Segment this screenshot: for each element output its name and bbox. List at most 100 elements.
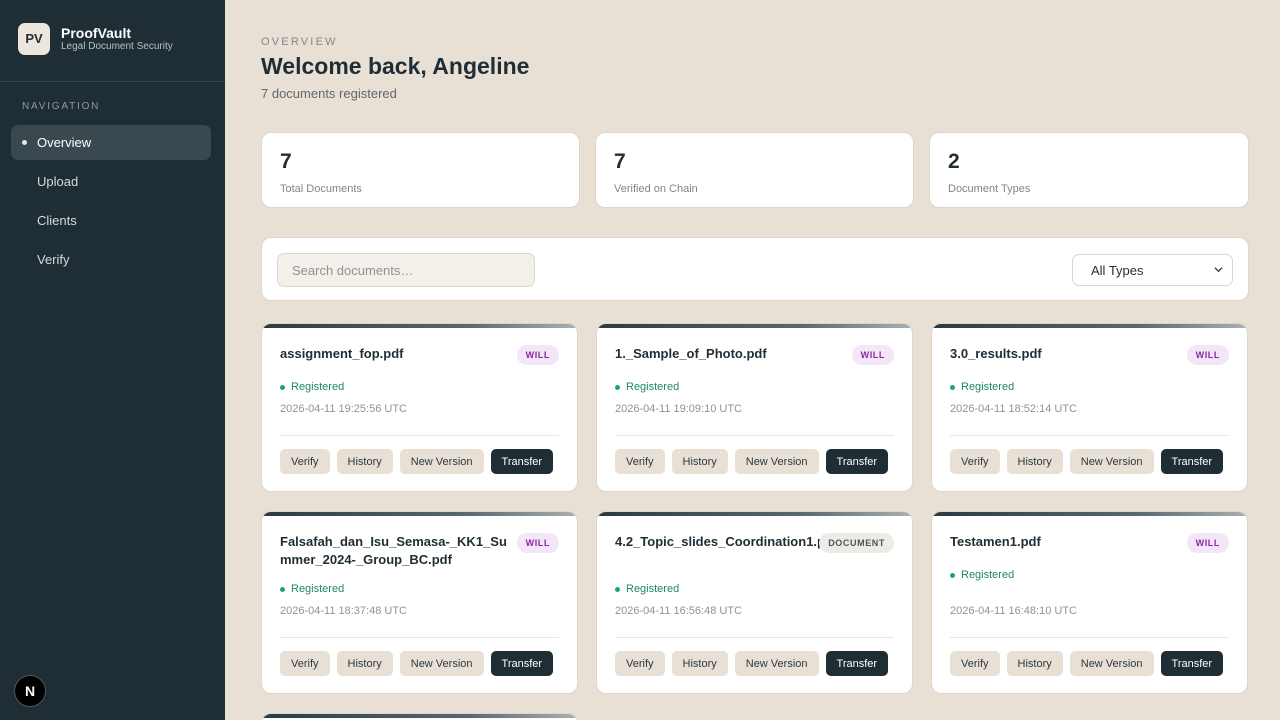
status-registered: Registered	[615, 583, 679, 595]
type-badge: WILL	[516, 533, 559, 553]
document-card[interactable]: Falsafah_dan_Isu_Semasa-_KK1_Summer_2024…	[261, 511, 578, 694]
new-version-button[interactable]: New Version	[734, 449, 819, 474]
status-registered: Registered	[950, 569, 1014, 581]
verify-button[interactable]: Verify	[615, 449, 665, 474]
document-name: 1._Sample_of_Photo.pdf	[615, 346, 767, 361]
status-registered: Registered	[280, 583, 344, 595]
new-version-button[interactable]: New Version	[399, 651, 484, 676]
brand: PV ProofVault Legal Document Security	[0, 0, 225, 82]
search-input[interactable]	[277, 253, 535, 287]
transfer-button[interactable]: Transfer	[490, 651, 554, 676]
status-label: Registered	[291, 583, 345, 595]
document-card[interactable]: 1._Sample_of_Photo.pdf WILL Registered 2…	[596, 323, 913, 492]
document-timestamp: 2026-04-11 19:25:56 UTC	[280, 403, 407, 415]
brand-subtitle: Legal Document Security	[61, 40, 173, 52]
verify-button[interactable]: Verify	[950, 651, 1000, 676]
nav-item-verify[interactable]: Verify	[11, 242, 211, 277]
divider	[280, 637, 559, 638]
document-timestamp: 2026-04-11 18:52:14 UTC	[950, 403, 1077, 415]
status-label: Registered	[961, 381, 1015, 393]
stat-total-documents: 7 Total Documents	[261, 132, 580, 208]
document-timestamp: 2026-04-11 18:37:48 UTC	[280, 605, 407, 617]
type-badge: DOCUMENT	[819, 533, 894, 553]
verify-button[interactable]: Verify	[280, 651, 330, 676]
divider	[950, 435, 1229, 436]
nav-item-overview[interactable]: Overview	[11, 125, 211, 160]
status-dot-icon	[615, 384, 620, 390]
history-button[interactable]: History	[1006, 651, 1063, 676]
document-name: Testamen1.pdf	[950, 534, 1041, 549]
divider	[615, 435, 894, 436]
card-actions: Verify History New Version Transfer	[615, 651, 895, 676]
status-registered: Registered	[280, 381, 344, 393]
document-card[interactable]: 4.2_Topic_slides_Coordination1.pdf DOCUM…	[596, 511, 913, 694]
stat-label: Verified on Chain	[614, 183, 698, 195]
card-actions: Verify History New Version Transfer	[280, 449, 560, 474]
new-version-button[interactable]: New Version	[1069, 651, 1154, 676]
status-dot-icon	[280, 586, 285, 592]
stat-value: 2	[948, 150, 960, 173]
status-registered: Registered	[615, 381, 679, 393]
transfer-button[interactable]: Transfer	[825, 449, 889, 474]
nav-list: Overview Upload Clients Verify	[0, 125, 225, 277]
status-label: Registered	[291, 381, 345, 393]
verify-button[interactable]: Verify	[280, 449, 330, 474]
type-filter-select[interactable]: All Types	[1072, 254, 1233, 286]
stat-value: 7	[614, 150, 626, 173]
divider	[280, 435, 559, 436]
status-label: Registered	[961, 569, 1015, 581]
divider	[615, 637, 894, 638]
brand-name: ProofVault	[61, 24, 132, 41]
document-timestamp: 2026-04-11 16:56:48 UTC	[615, 605, 742, 617]
new-version-button[interactable]: New Version	[734, 651, 819, 676]
brand-logo: PV	[18, 22, 50, 55]
type-filter-value: All Types	[1091, 262, 1144, 278]
divider	[950, 637, 1229, 638]
history-button[interactable]: History	[336, 449, 393, 474]
nav-item-clients[interactable]: Clients	[11, 203, 211, 238]
history-button[interactable]: History	[671, 651, 728, 676]
nextjs-dev-icon[interactable]: N	[14, 675, 46, 707]
history-button[interactable]: History	[671, 449, 728, 474]
verify-button[interactable]: Verify	[615, 651, 665, 676]
card-actions: Verify History New Version Transfer	[950, 651, 1230, 676]
document-timestamp: 2026-04-11 16:48:10 UTC	[950, 605, 1077, 617]
stat-value: 7	[280, 150, 292, 173]
status-label: Registered	[626, 381, 680, 393]
transfer-button[interactable]: Transfer	[490, 449, 554, 474]
transfer-button[interactable]: Transfer	[825, 651, 889, 676]
transfer-button[interactable]: Transfer	[1160, 449, 1224, 474]
status-label: Registered	[626, 583, 680, 595]
history-button[interactable]: History	[1006, 449, 1063, 474]
document-card[interactable]: assignment_fop.pdf WILL Registered 2026-…	[261, 323, 578, 492]
card-actions: Verify History New Version Transfer	[950, 449, 1230, 474]
page-eyebrow: OVERVIEW	[261, 36, 338, 48]
document-card-partial[interactable]	[261, 713, 578, 720]
type-badge: WILL	[516, 345, 559, 365]
sidebar: PV ProofVault Legal Document Security NA…	[0, 0, 225, 720]
status-dot-icon	[950, 384, 955, 390]
page-title: Welcome back, Angeline	[261, 53, 530, 79]
page-subtitle: 7 documents registered	[261, 86, 397, 101]
document-name: 3.0_results.pdf	[950, 346, 1042, 361]
filter-toolbar: All Types	[261, 237, 1249, 301]
nav-heading: NAVIGATION	[22, 101, 101, 112]
main-content: OVERVIEW Welcome back, Angeline 7 docume…	[225, 0, 1280, 720]
stat-label: Total Documents	[280, 183, 362, 195]
document-name: Falsafah_dan_Isu_Semasa-_KK1_Summer_2024…	[280, 534, 507, 567]
new-version-button[interactable]: New Version	[399, 449, 484, 474]
new-version-button[interactable]: New Version	[1069, 449, 1154, 474]
verify-button[interactable]: Verify	[950, 449, 1000, 474]
card-actions: Verify History New Version Transfer	[280, 651, 560, 676]
document-card[interactable]: 3.0_results.pdf WILL Registered 2026-04-…	[931, 323, 1248, 492]
chevron-down-icon	[1214, 265, 1223, 276]
history-button[interactable]: History	[336, 651, 393, 676]
stat-label: Document Types	[948, 183, 1031, 195]
document-card[interactable]: Testamen1.pdf WILL Registered 2026-04-11…	[931, 511, 1248, 694]
transfer-button[interactable]: Transfer	[1160, 651, 1224, 676]
status-dot-icon	[615, 586, 620, 592]
type-badge: WILL	[1186, 345, 1229, 365]
type-badge: WILL	[851, 345, 894, 365]
status-dot-icon	[950, 572, 955, 578]
nav-item-upload[interactable]: Upload	[11, 164, 211, 199]
